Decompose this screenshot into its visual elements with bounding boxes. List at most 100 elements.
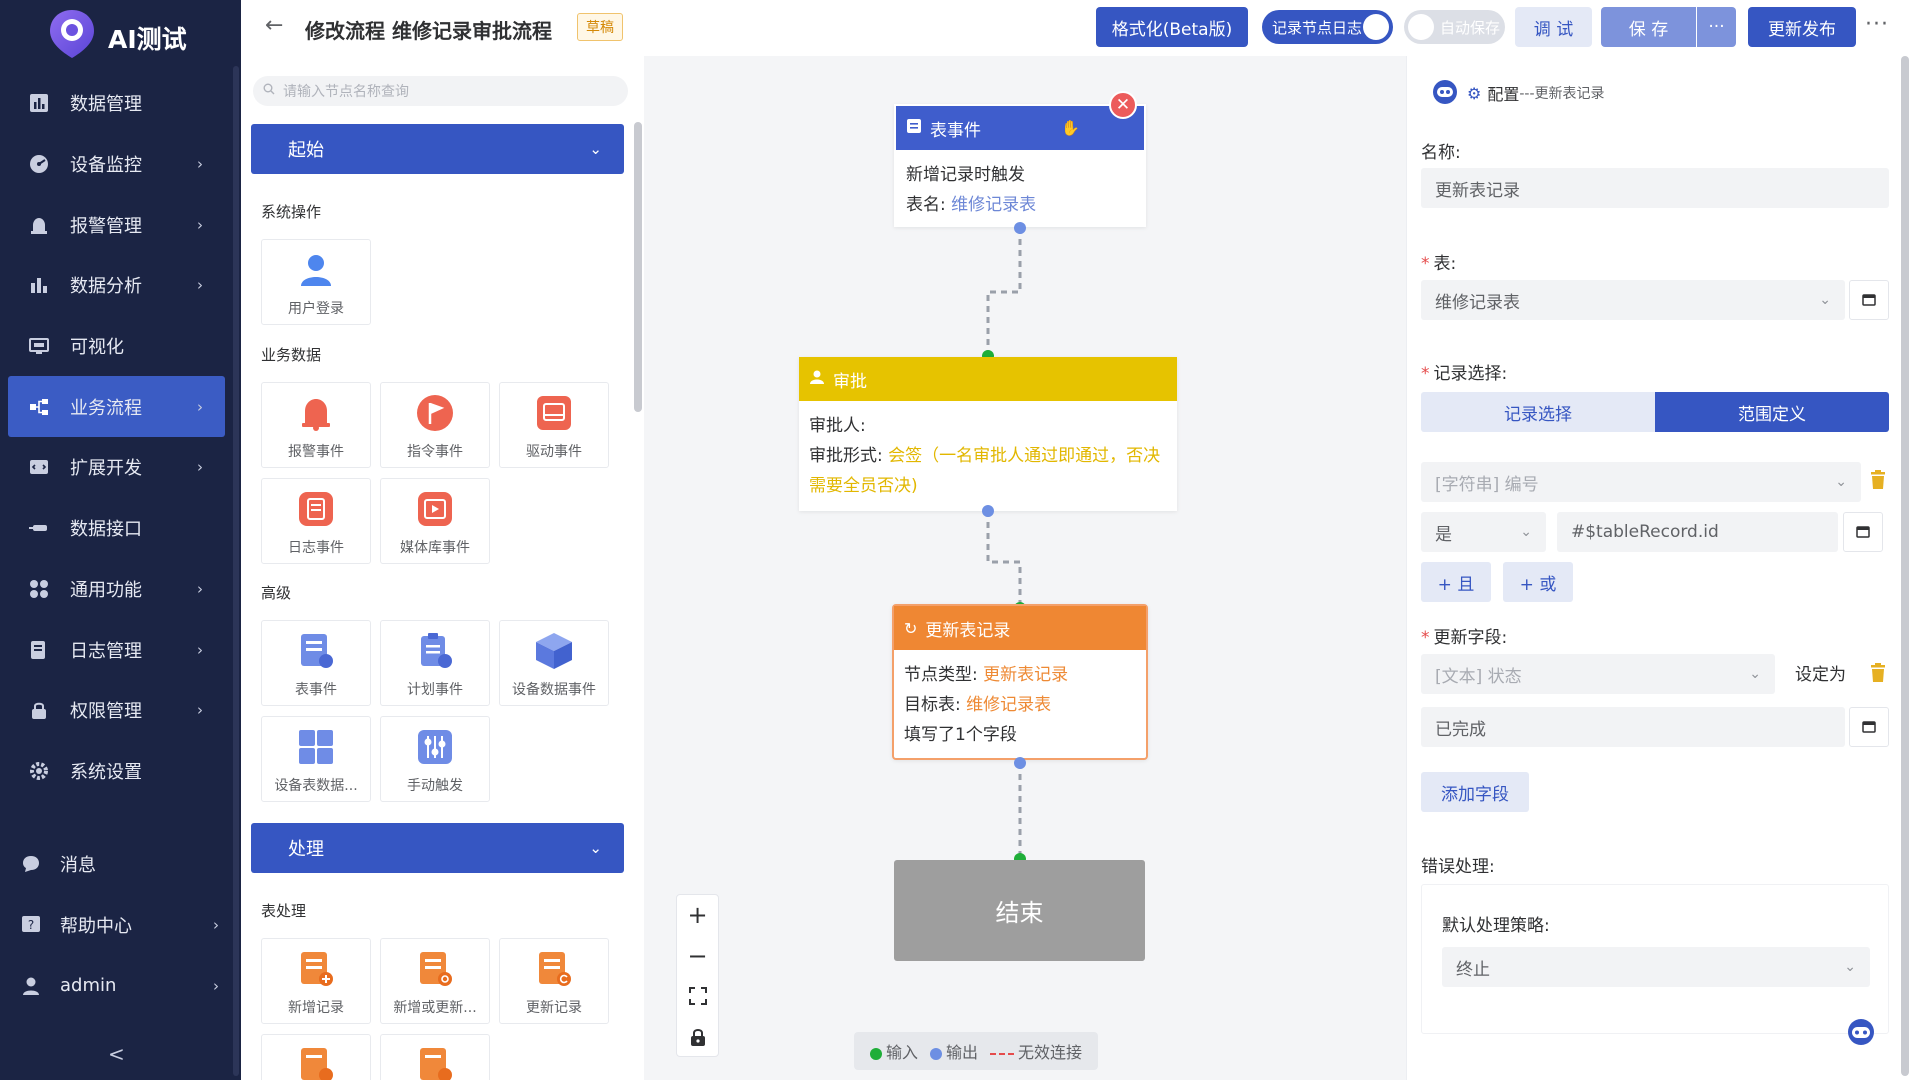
tile-label: 手动触发: [407, 778, 463, 794]
update-field-select[interactable]: [文本] 状态 ⌄: [1421, 654, 1775, 694]
category-system: 系统操作: [261, 203, 322, 221]
group-start-header[interactable]: 起始 ⌄: [251, 124, 624, 174]
condition-link-button[interactable]: [1843, 512, 1883, 552]
legend-label: 输入: [885, 1043, 918, 1062]
sidebar-scrollbar[interactable]: [233, 66, 239, 1076]
add-or-button[interactable]: + 或: [1503, 562, 1573, 602]
save-button[interactable]: 保 存: [1601, 7, 1696, 47]
connection-legend: 输入 输出 无效连接: [854, 1032, 1098, 1070]
tile-delete-record[interactable]: [261, 1034, 371, 1080]
table-select[interactable]: 维修记录表 ⌄: [1421, 280, 1845, 320]
video-icon: [415, 489, 455, 529]
node-approval[interactable]: 审批 审批人: 审批形式: 会签（一名审批人通过即通过，否决需要全员否决): [799, 357, 1177, 511]
condition-value-field[interactable]: #$tableRecord.id: [1557, 512, 1838, 552]
upsert-doc-icon: [415, 949, 455, 989]
collapse-sidebar-button[interactable]: <: [108, 1042, 125, 1066]
zoom-in-button[interactable]: +: [677, 895, 718, 936]
sidebar-item-label: 权限管理: [70, 701, 142, 723]
format-button[interactable]: 格式化(Beta版): [1096, 7, 1248, 47]
tile-add-or-update[interactable]: 新增或更新...: [380, 938, 490, 1024]
tile-table-event[interactable]: 表事件: [261, 620, 371, 706]
node-end[interactable]: 结束: [894, 860, 1145, 961]
update-value-field[interactable]: 已完成: [1421, 707, 1845, 747]
config-panel: ⚙ 配置 ---更新表记录 名称: 更新表记录 * 表: 维修记录表 ⌄ * 记录选择…: [1406, 56, 1920, 1080]
sidebar-item-business-flow[interactable]: 业务流程 ›: [8, 376, 225, 438]
auto-save-toggle[interactable]: 自动保存: [1404, 10, 1505, 44]
config-scrollbar[interactable]: [1901, 56, 1909, 1076]
sidebar-item-help[interactable]: ? 帮助中心 ›: [0, 894, 241, 955]
clipboard-icon: [415, 631, 455, 671]
tile-device-data-event[interactable]: 设备数据事件: [499, 620, 609, 706]
output-port[interactable]: [982, 505, 994, 517]
segment-range-define[interactable]: 范围定义: [1655, 392, 1889, 432]
tile-log-event[interactable]: 日志事件: [261, 478, 371, 564]
sidebar-item-extension[interactable]: 扩展开发 ›: [0, 437, 241, 498]
node-search-input[interactable]: 请输入节点名称查询: [253, 76, 628, 106]
tile-schedule-event[interactable]: 计划事件: [380, 620, 490, 706]
node-update-record[interactable]: ↻ 更新表记录 节点类型: 更新表记录 目标表: 维修记录表 填写了1个字段: [892, 604, 1148, 760]
zoom-out-button[interactable]: −: [677, 936, 718, 977]
tile-media-event[interactable]: 媒体库事件: [380, 478, 490, 564]
output-port[interactable]: [1014, 757, 1026, 769]
name-field[interactable]: 更新表记录: [1421, 168, 1889, 208]
node-table-event[interactable]: 表事件 ✋ 新增记录时触发 表名: 维修记录表: [894, 104, 1146, 227]
sidebar-item-device-monitor[interactable]: 设备监控 ›: [0, 134, 241, 195]
fit-view-button[interactable]: [677, 976, 718, 1017]
tile-drive-event[interactable]: 驱动事件: [499, 382, 609, 468]
tile-user-login[interactable]: 用户登录: [261, 239, 371, 325]
table-link-button[interactable]: [1849, 280, 1889, 320]
sidebar-item-analysis[interactable]: 数据分析 ›: [0, 255, 241, 316]
output-port[interactable]: [1014, 222, 1026, 234]
save-more-button[interactable]: ···: [1697, 7, 1736, 47]
trash-icon[interactable]: [1869, 663, 1887, 687]
back-arrow-icon[interactable]: ←: [265, 13, 283, 38]
sidebar-item-log[interactable]: 日志管理 ›: [0, 619, 241, 680]
gear-icon: ⚙: [1467, 83, 1482, 103]
strategy-select[interactable]: 终止 ⌄: [1442, 947, 1870, 987]
sidebar-item-visual[interactable]: 可视化: [0, 316, 241, 377]
sidebar-item-data-management[interactable]: 数据管理: [0, 73, 241, 134]
tile-query-record[interactable]: [380, 1034, 490, 1080]
log-icon: [28, 639, 50, 661]
add-and-button[interactable]: + 且: [1421, 562, 1491, 602]
node-text-row: 目标表: 维修记录表: [904, 690, 1136, 720]
publish-button[interactable]: 更新发布: [1748, 7, 1856, 47]
node-link[interactable]: 维修记录表: [951, 195, 1036, 215]
log-node-toggle[interactable]: 记录节点日志: [1262, 10, 1393, 44]
condition-field-select[interactable]: [字符串] 编号 ⌄: [1421, 462, 1861, 502]
debug-button[interactable]: 调 试: [1515, 7, 1592, 47]
sidebar-item-alarm[interactable]: 报警管理 ›: [0, 194, 241, 255]
condition-operator-select[interactable]: 是 ⌄: [1421, 512, 1546, 552]
update-value-link-button[interactable]: [1849, 707, 1889, 747]
sidebar-item-user[interactable]: admin ›: [0, 955, 241, 1016]
close-icon[interactable]: ✕: [1109, 91, 1137, 119]
condition-operator-value: 是: [1435, 524, 1452, 545]
table-doc-icon: [296, 631, 336, 671]
monitor-icon: [28, 153, 50, 175]
tile-label: 驱动事件: [526, 444, 582, 460]
sidebar-item-data-api[interactable]: 数据接口: [0, 498, 241, 559]
segment-record-select[interactable]: 记录选择: [1421, 392, 1655, 432]
tile-add-record[interactable]: 新增记录: [261, 938, 371, 1024]
group-process-header[interactable]: 处理 ⌄: [251, 823, 624, 873]
flow-canvas[interactable]: 表事件 ✋ 新增记录时触发 表名: 维修记录表 ✕ 审批 审批人: 审批形式: …: [644, 56, 1406, 1080]
node-header: ↻ 更新表记录: [894, 606, 1146, 650]
palette-scrollbar[interactable]: [634, 122, 642, 412]
tile-manual-trigger[interactable]: 手动触发: [380, 716, 490, 802]
sidebar-item-settings[interactable]: 系统设置: [0, 741, 241, 802]
tile-device-table-data[interactable]: 设备表数据...: [261, 716, 371, 802]
sidebar-item-permission[interactable]: 权限管理 ›: [0, 680, 241, 741]
tile-update-record[interactable]: 更新记录: [499, 938, 609, 1024]
tile-command-event[interactable]: 指令事件: [380, 382, 490, 468]
grid-blocks-icon: [296, 727, 336, 767]
add-field-button[interactable]: 添加字段: [1421, 772, 1529, 812]
trash-icon[interactable]: [1869, 470, 1887, 494]
lock-canvas-button[interactable]: [677, 1017, 718, 1058]
assistant-robot-icon[interactable]: [1845, 1016, 1877, 1050]
category-table: 表处理: [261, 902, 307, 920]
sidebar-item-common[interactable]: 通用功能 ›: [0, 559, 241, 620]
sidebar-item-messages[interactable]: 消息: [0, 833, 241, 894]
node-body: 节点类型: 更新表记录 目标表: 维修记录表 填写了1个字段: [894, 650, 1146, 760]
tile-alarm-event[interactable]: 报警事件: [261, 382, 371, 468]
more-menu-icon[interactable]: ···: [1865, 12, 1889, 37]
